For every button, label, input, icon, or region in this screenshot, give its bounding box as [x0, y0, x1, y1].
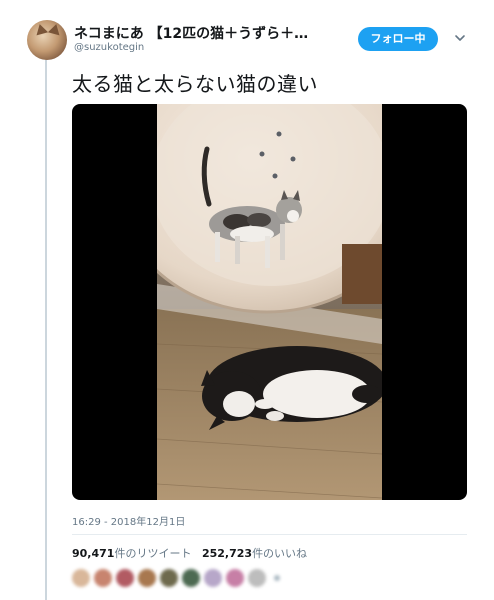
liker-avatar[interactable]	[116, 569, 134, 587]
retweet-stat[interactable]: 90,471件のリツイート	[72, 547, 191, 560]
liker-avatar[interactable]	[72, 569, 90, 587]
tweet-timestamp[interactable]: 16:29 - 2018年12月1日	[72, 513, 185, 528]
liker-avatars[interactable]	[72, 566, 280, 590]
liker-avatar[interactable]	[226, 569, 244, 587]
video-frame[interactable]	[157, 104, 382, 500]
retweet-count: 90,471	[72, 547, 115, 560]
liker-avatar[interactable]	[204, 569, 222, 587]
retweet-label: 件のリツイート	[114, 547, 192, 560]
display-name[interactable]: ネコまにあ 【12匹の猫＋うずら＋…	[74, 23, 322, 43]
liker-avatar[interactable]	[160, 569, 178, 587]
liker-avatar[interactable]	[138, 569, 156, 587]
divider	[72, 534, 467, 535]
like-label: 件のいいね	[252, 547, 308, 560]
avatar-ear-right	[47, 22, 63, 36]
avatar[interactable]	[27, 20, 67, 60]
like-count: 252,723	[201, 547, 253, 560]
like-stat[interactable]: 252,723件のいいね	[202, 547, 307, 560]
avatar-ear-left	[33, 22, 49, 36]
follow-button[interactable]: フォロー中	[358, 27, 438, 51]
liker-avatar[interactable]	[182, 569, 200, 587]
thread-line	[45, 58, 47, 600]
more-likers-dot	[274, 575, 280, 581]
chevron-down-icon[interactable]	[453, 31, 467, 45]
liker-avatar[interactable]	[248, 569, 266, 587]
tweet-text: 太る猫と太らない猫の違い	[72, 72, 318, 96]
engagement-stats: 90,471件のリツイート 252,723件のいいね	[72, 545, 307, 561]
liker-avatar[interactable]	[94, 569, 112, 587]
user-handle[interactable]: @suzukotegin	[74, 42, 144, 53]
video-player[interactable]	[72, 104, 467, 500]
cabinet	[342, 244, 382, 304]
